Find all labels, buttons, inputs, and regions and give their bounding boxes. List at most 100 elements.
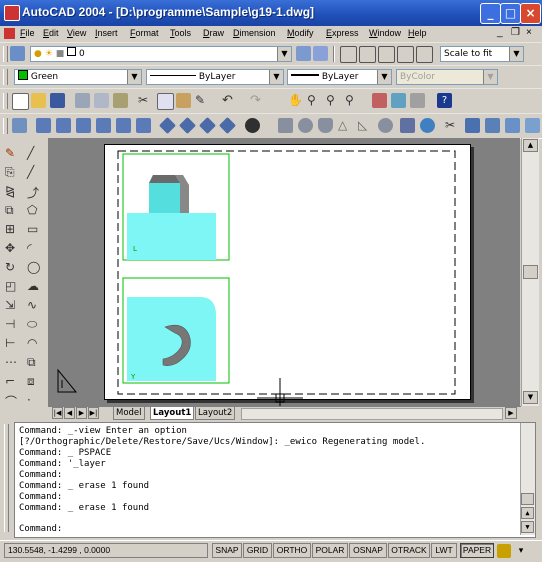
point-icon[interactable]: · bbox=[27, 393, 42, 408]
stretch-icon[interactable]: ⇲ bbox=[5, 298, 20, 313]
scroll-down-icon[interactable]: ▼ bbox=[523, 391, 538, 404]
paste-icon[interactable] bbox=[176, 93, 191, 108]
grid-toggle[interactable]: GRID bbox=[243, 543, 272, 558]
menu-edit[interactable]: Edit bbox=[43, 28, 59, 38]
chevron-down-icon[interactable]: ▼ bbox=[127, 70, 141, 84]
chevron-down-icon[interactable]: ▼ bbox=[377, 70, 391, 84]
scroll-thumb[interactable] bbox=[523, 265, 538, 279]
revision-cloud-icon[interactable]: ☁ bbox=[27, 279, 42, 294]
doc-minimize-button[interactable]: _ bbox=[497, 27, 503, 38]
lineweight-dropdown[interactable]: ByLayer ▼ bbox=[287, 69, 392, 85]
zoom-realtime-icon[interactable]: ⚲ bbox=[307, 93, 322, 108]
ellipse-arc-icon[interactable]: ◠ bbox=[27, 336, 42, 351]
design-center-icon[interactable] bbox=[391, 93, 406, 108]
command-scrollbar[interactable]: ▲ ▼ bbox=[520, 423, 535, 535]
tab-layout1[interactable]: Layout1 bbox=[150, 407, 195, 420]
ne-iso-view-icon[interactable] bbox=[199, 117, 216, 134]
linetype-dropdown[interactable]: ByLayer ▼ bbox=[146, 69, 284, 85]
torus-icon[interactable] bbox=[378, 118, 393, 133]
layer-previous-icon[interactable] bbox=[313, 46, 328, 61]
polar-toggle[interactable]: POLAR bbox=[312, 543, 348, 558]
menu-express[interactable]: Express bbox=[326, 28, 359, 38]
autocad-app-icon[interactable] bbox=[4, 5, 20, 21]
menu-modify[interactable]: Modify bbox=[287, 28, 314, 38]
insert-block-icon[interactable]: ⧉ bbox=[27, 355, 42, 370]
new-file-icon[interactable] bbox=[12, 93, 29, 110]
horizontal-scrollbar[interactable] bbox=[241, 408, 503, 420]
circle-icon[interactable]: ◯ bbox=[27, 260, 42, 275]
next-tab-icon[interactable]: ▶ bbox=[76, 407, 87, 419]
setup-view-icon[interactable] bbox=[525, 118, 540, 133]
maximize-button[interactable]: □ bbox=[500, 3, 521, 24]
match-properties-icon[interactable]: ✎ bbox=[195, 93, 210, 108]
break-icon[interactable]: ⋯ bbox=[5, 355, 20, 370]
scale-icon[interactable]: ◰ bbox=[5, 279, 20, 294]
offset-icon[interactable]: ⧉ bbox=[5, 203, 20, 218]
menu-format[interactable]: Format bbox=[130, 28, 159, 38]
polyline-icon[interactable]: ⤴ bbox=[27, 184, 42, 200]
chevron-down-icon[interactable]: ▼ bbox=[269, 70, 283, 84]
box-icon[interactable] bbox=[278, 118, 293, 133]
erase-icon[interactable]: ✎ bbox=[5, 146, 20, 161]
tab-model[interactable]: Model bbox=[113, 407, 145, 420]
last-tab-icon[interactable]: ▶| bbox=[88, 407, 99, 419]
toolbar-grip[interactable] bbox=[3, 118, 8, 134]
top-view-icon[interactable] bbox=[36, 118, 51, 133]
otrack-toggle[interactable]: OTRACK bbox=[388, 543, 430, 558]
color-dropdown[interactable]: Green ▼ bbox=[14, 69, 142, 85]
lwt-toggle[interactable]: LWT bbox=[431, 543, 457, 558]
cut-icon[interactable]: ✂ bbox=[138, 93, 153, 108]
extend-icon[interactable]: ⊢ bbox=[5, 336, 20, 351]
tab-layout2[interactable]: Layout2 bbox=[195, 407, 236, 420]
open-folder-icon[interactable] bbox=[31, 93, 46, 108]
doc-restore-button[interactable]: ❐ bbox=[511, 27, 520, 38]
menu-window[interactable]: Window bbox=[369, 28, 401, 38]
save-icon[interactable] bbox=[50, 93, 65, 108]
clip-viewport-icon[interactable] bbox=[416, 46, 433, 63]
single-viewport-icon[interactable] bbox=[359, 46, 376, 63]
menu-draw[interactable]: Draw bbox=[203, 28, 224, 38]
redo-icon[interactable]: ↷ bbox=[250, 93, 265, 108]
scroll-up-icon[interactable]: ▲ bbox=[523, 139, 538, 152]
sphere-icon[interactable] bbox=[298, 118, 313, 133]
tool-palettes-icon[interactable] bbox=[410, 93, 425, 108]
coordinate-display[interactable]: 130.5548, -1.4299 , 0.0000 bbox=[4, 543, 208, 558]
interference-icon[interactable] bbox=[485, 118, 500, 133]
pan-icon[interactable]: ✋ bbox=[288, 93, 303, 108]
cone-icon[interactable]: △ bbox=[338, 118, 353, 133]
bottom-view-icon[interactable] bbox=[56, 118, 71, 133]
scroll-down-icon[interactable]: ▼ bbox=[521, 521, 534, 533]
section-icon[interactable] bbox=[465, 118, 480, 133]
paper-model-toggle[interactable]: PAPER bbox=[460, 543, 494, 558]
spline-icon[interactable]: ∿ bbox=[27, 298, 42, 313]
array-icon[interactable]: ⊞ bbox=[5, 222, 20, 237]
copy-icon[interactable] bbox=[157, 93, 174, 110]
fillet-icon[interactable]: ⌒ bbox=[5, 393, 20, 409]
first-tab-icon[interactable]: |◀ bbox=[52, 407, 63, 419]
toolbar-grip[interactable] bbox=[3, 93, 8, 109]
command-window-grip[interactable] bbox=[0, 420, 14, 538]
doc-close-button[interactable]: × bbox=[526, 27, 532, 38]
command-window[interactable]: Command: _-view Enter an option [?/Ortho… bbox=[14, 422, 536, 538]
polygon-icon[interactable]: ⬠ bbox=[27, 203, 42, 218]
setup-drawing-icon[interactable] bbox=[505, 118, 520, 133]
viewport-scale-dropdown[interactable]: Scale to fit ▼ bbox=[440, 46, 524, 62]
paper-sheet[interactable]: L Y bbox=[104, 144, 471, 400]
make-object-layer-current-icon[interactable] bbox=[296, 46, 311, 61]
minimize-button[interactable]: _ bbox=[480, 3, 501, 24]
menu-help[interactable]: Help bbox=[408, 28, 427, 38]
help-icon[interactable]: ? bbox=[437, 93, 452, 108]
se-iso-view-icon[interactable] bbox=[179, 117, 196, 134]
sw-iso-view-icon[interactable] bbox=[159, 117, 176, 134]
menu-dimension[interactable]: Dimension bbox=[233, 28, 276, 38]
command-prompt[interactable]: Command: bbox=[19, 524, 62, 535]
vertical-scrollbar[interactable]: ▲ ▼ bbox=[521, 138, 539, 406]
layer-dropdown[interactable]: ● ☀ ■ 0 ▼ bbox=[30, 46, 292, 62]
back-view-icon[interactable] bbox=[136, 118, 151, 133]
polygonal-viewport-icon[interactable] bbox=[378, 46, 395, 63]
nw-iso-view-icon[interactable] bbox=[219, 117, 236, 134]
osnap-toggle[interactable]: OSNAP bbox=[349, 543, 387, 558]
zoom-previous-icon[interactable]: ⚲ bbox=[345, 93, 360, 108]
move-icon[interactable]: ✥ bbox=[5, 241, 20, 256]
chevron-down-icon[interactable]: ▼ bbox=[509, 47, 523, 61]
